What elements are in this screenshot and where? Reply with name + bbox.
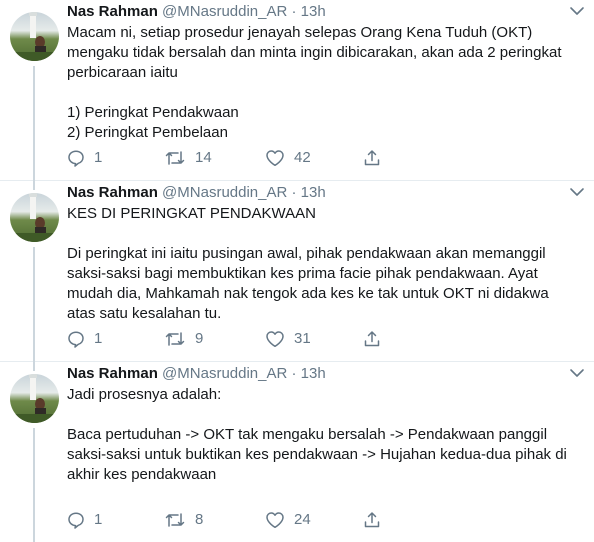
tweet-timestamp[interactable]: 13h <box>301 184 326 201</box>
tweet-line: perbicaraan iaitu <box>67 64 178 81</box>
share-icon <box>364 150 380 166</box>
retweet-count: 9 <box>195 330 204 347</box>
retweet-icon <box>165 332 185 346</box>
avatar[interactable] <box>10 374 59 423</box>
author-handle[interactable]: @MNasruddin_AR <box>162 184 287 201</box>
separator-dot: · <box>291 3 297 20</box>
author-handle[interactable]: @MNasruddin_AR <box>162 365 287 382</box>
avatar-photo <box>10 12 59 61</box>
tweet[interactable]: Nas Rahman @MNasruddin_AR · 13h Jadi pro… <box>0 361 594 542</box>
tweet-actions: 1 8 24 <box>67 510 397 530</box>
tweet-header: Nas Rahman @MNasruddin_AR · 13h <box>67 364 564 384</box>
like-button[interactable]: 42 <box>265 148 311 168</box>
share-icon <box>364 331 380 347</box>
retweet-icon <box>165 513 185 527</box>
tweet-line: atas satu kesalahan tu. <box>67 305 222 322</box>
share-icon <box>364 512 380 528</box>
tweet-line: 1) Peringkat Pendakwaan <box>67 104 239 121</box>
reply-button[interactable]: 1 <box>67 510 102 530</box>
reply-count: 1 <box>94 330 103 347</box>
author-name[interactable]: Nas Rahman <box>67 3 158 20</box>
tweet-line: mengaku tidak bersalah dan minta ingin d… <box>67 44 562 61</box>
tweet[interactable]: Nas Rahman @MNasruddin_AR · 13h Macam ni… <box>0 0 594 181</box>
share-button[interactable] <box>363 510 381 530</box>
tweet-text: Jadi prosesnya adalah: Baca pertuduhan -… <box>67 385 574 485</box>
reply-count: 1 <box>94 511 103 528</box>
share-button[interactable] <box>363 329 381 349</box>
reply-icon <box>68 512 84 529</box>
reply-icon <box>68 331 84 348</box>
chevron-down-icon[interactable] <box>568 4 586 18</box>
like-icon <box>266 512 284 529</box>
retweet-count: 14 <box>195 149 212 166</box>
tweet-line: Macam ni, setiap prosedur jenayah selepa… <box>67 24 533 41</box>
avatar-photo <box>10 374 59 423</box>
chevron-down-icon[interactable] <box>568 185 586 199</box>
tweet-line: saksi-saksi bagi membuktikan kes prima f… <box>67 265 538 282</box>
tweet-header: Nas Rahman @MNasruddin_AR · 13h <box>67 183 564 203</box>
like-icon <box>266 331 284 348</box>
tweet-line: Baca pertuduhan -> OKT tak mengaku bersa… <box>67 426 548 443</box>
tweet-actions: 1 14 42 <box>67 148 397 168</box>
tweet-line: mudah dia, Mahkamah nak tengok ada kes k… <box>67 285 549 302</box>
like-count: 24 <box>294 511 311 528</box>
reply-button[interactable]: 1 <box>67 148 102 168</box>
tweet-line: Di peringkat ini iaitu pusingan awal, pi… <box>67 245 546 262</box>
like-count: 31 <box>294 330 311 347</box>
thread-connector <box>33 180 35 190</box>
tweet-line: 2) Peringkat Pembelaan <box>67 124 228 141</box>
reply-icon <box>68 150 84 167</box>
retweet-count: 8 <box>195 511 204 528</box>
thread-connector <box>33 361 35 371</box>
retweet-icon <box>165 151 185 165</box>
thread-connector <box>33 66 35 181</box>
tweet-line: Jadi prosesnya adalah: <box>67 386 222 403</box>
tweet-header: Nas Rahman @MNasruddin_AR · 13h <box>67 2 564 22</box>
author-handle[interactable]: @MNasruddin_AR <box>162 3 287 20</box>
thread-connector <box>33 428 35 542</box>
tweet-actions: 1 9 31 <box>67 329 397 349</box>
tweet-timestamp[interactable]: 13h <box>301 3 326 20</box>
avatar[interactable] <box>10 193 59 242</box>
share-button[interactable] <box>363 148 381 168</box>
tweet[interactable]: Nas Rahman @MNasruddin_AR · 13h KES DI P… <box>0 180 594 362</box>
like-count: 42 <box>294 149 311 166</box>
like-icon <box>266 150 284 167</box>
tweet-line: KES DI PERINGKAT PENDAKWAAN <box>67 205 316 222</box>
separator-dot: · <box>291 365 297 382</box>
author-name[interactable]: Nas Rahman <box>67 365 158 382</box>
separator-dot: · <box>291 184 297 201</box>
retweet-button[interactable]: 14 <box>164 148 212 168</box>
avatar-photo <box>10 193 59 242</box>
like-button[interactable]: 24 <box>265 510 311 530</box>
thread-connector <box>33 247 35 362</box>
timeline: Nas Rahman @MNasruddin_AR · 13h Macam ni… <box>0 0 594 542</box>
retweet-button[interactable]: 8 <box>164 510 203 530</box>
reply-button[interactable]: 1 <box>67 329 102 349</box>
author-name[interactable]: Nas Rahman <box>67 184 158 201</box>
tweet-line: saksi-saksi untuk buktikan kes pendakwaa… <box>67 446 567 463</box>
tweet-timestamp[interactable]: 13h <box>301 365 326 382</box>
tweet-text: KES DI PERINGKAT PENDAKWAAN Di peringkat… <box>67 204 574 324</box>
chevron-down-icon[interactable] <box>568 366 586 380</box>
tweet-text: Macam ni, setiap prosedur jenayah selepa… <box>67 23 574 143</box>
like-button[interactable]: 31 <box>265 329 311 349</box>
avatar[interactable] <box>10 12 59 61</box>
retweet-button[interactable]: 9 <box>164 329 203 349</box>
tweet-line: akhir kes pendakwaan <box>67 466 217 483</box>
reply-count: 1 <box>94 149 103 166</box>
